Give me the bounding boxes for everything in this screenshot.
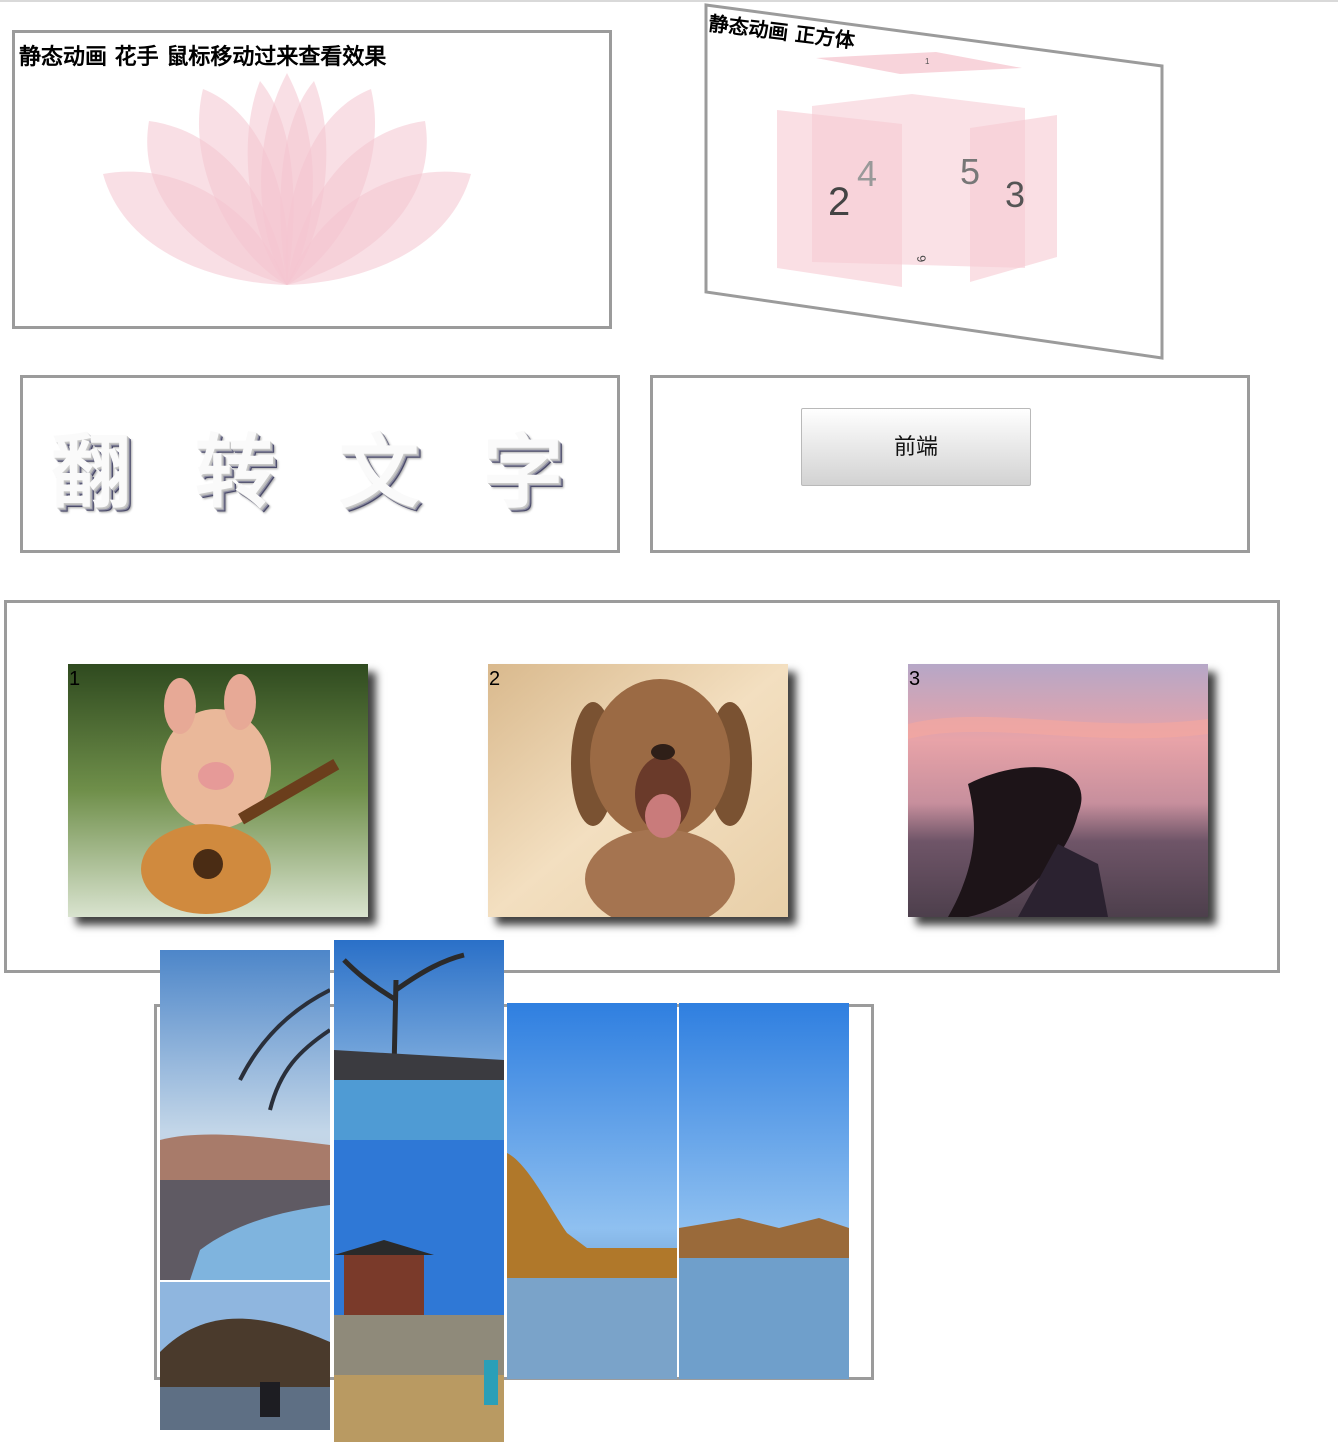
slice-lake-right[interactable]	[679, 1003, 849, 1379]
sunset-woman-image	[908, 664, 1208, 917]
lotus-panel[interactable]: 静态动画 花手 鼠标移动过来查看效果	[12, 30, 612, 329]
gallery-card-sunset[interactable]: 3	[908, 664, 1208, 917]
lotus-illustration	[103, 73, 471, 285]
pig-guitar-image	[68, 664, 368, 917]
flip-char-4: 字	[483, 425, 563, 519]
gallery-panel: 1 2 3	[4, 600, 1280, 973]
cube-face-label-5: 5	[960, 151, 980, 192]
slice-tree-lake[interactable]	[160, 950, 330, 1280]
lotus-title: 静态动画 花手 鼠标移动过来查看效果	[19, 45, 387, 70]
cube-title: 静态动画 正方体	[707, 11, 857, 53]
tree-reflection-image	[334, 940, 504, 1140]
slice-tree-reflection[interactable]	[334, 940, 504, 1140]
flip-text-panel[interactable]: 翻 转 文 字	[20, 375, 620, 553]
card-number-2: 2	[489, 668, 501, 690]
cube-face-label-4: 4	[857, 153, 877, 194]
pavilion-image	[334, 1140, 504, 1442]
flip-char-1: 翻	[51, 425, 131, 519]
puppy-image	[488, 664, 788, 917]
lake-left-image	[507, 1003, 677, 1379]
gallery-card-pig[interactable]: 1	[68, 664, 368, 917]
cube-face-top	[816, 52, 1022, 74]
cube-face-label-2: 2	[828, 180, 850, 224]
flip-char-3: 文	[339, 425, 419, 519]
cube-face-label-1: 1	[925, 57, 930, 66]
cube-face-label-3: 3	[1005, 174, 1025, 215]
slice-winter-trees[interactable]	[160, 1282, 330, 1430]
button-panel: 前端	[650, 375, 1250, 553]
tree-lake-image	[160, 950, 330, 1280]
frontend-button[interactable]: 前端	[801, 408, 1031, 486]
card-number-1: 1	[69, 668, 81, 690]
gallery-card-dog[interactable]: 2	[488, 664, 788, 917]
lake-right-image	[679, 1003, 849, 1379]
winter-trees-image	[160, 1282, 330, 1430]
slice-lake-left[interactable]	[507, 1003, 677, 1379]
card-number-3: 3	[909, 668, 921, 690]
flip-char-2: 转	[195, 425, 275, 519]
cube-panel[interactable]: 静态动画 正方体 1 2 3 4 5 6	[700, 0, 1170, 365]
slice-pavilion[interactable]	[334, 1140, 504, 1442]
